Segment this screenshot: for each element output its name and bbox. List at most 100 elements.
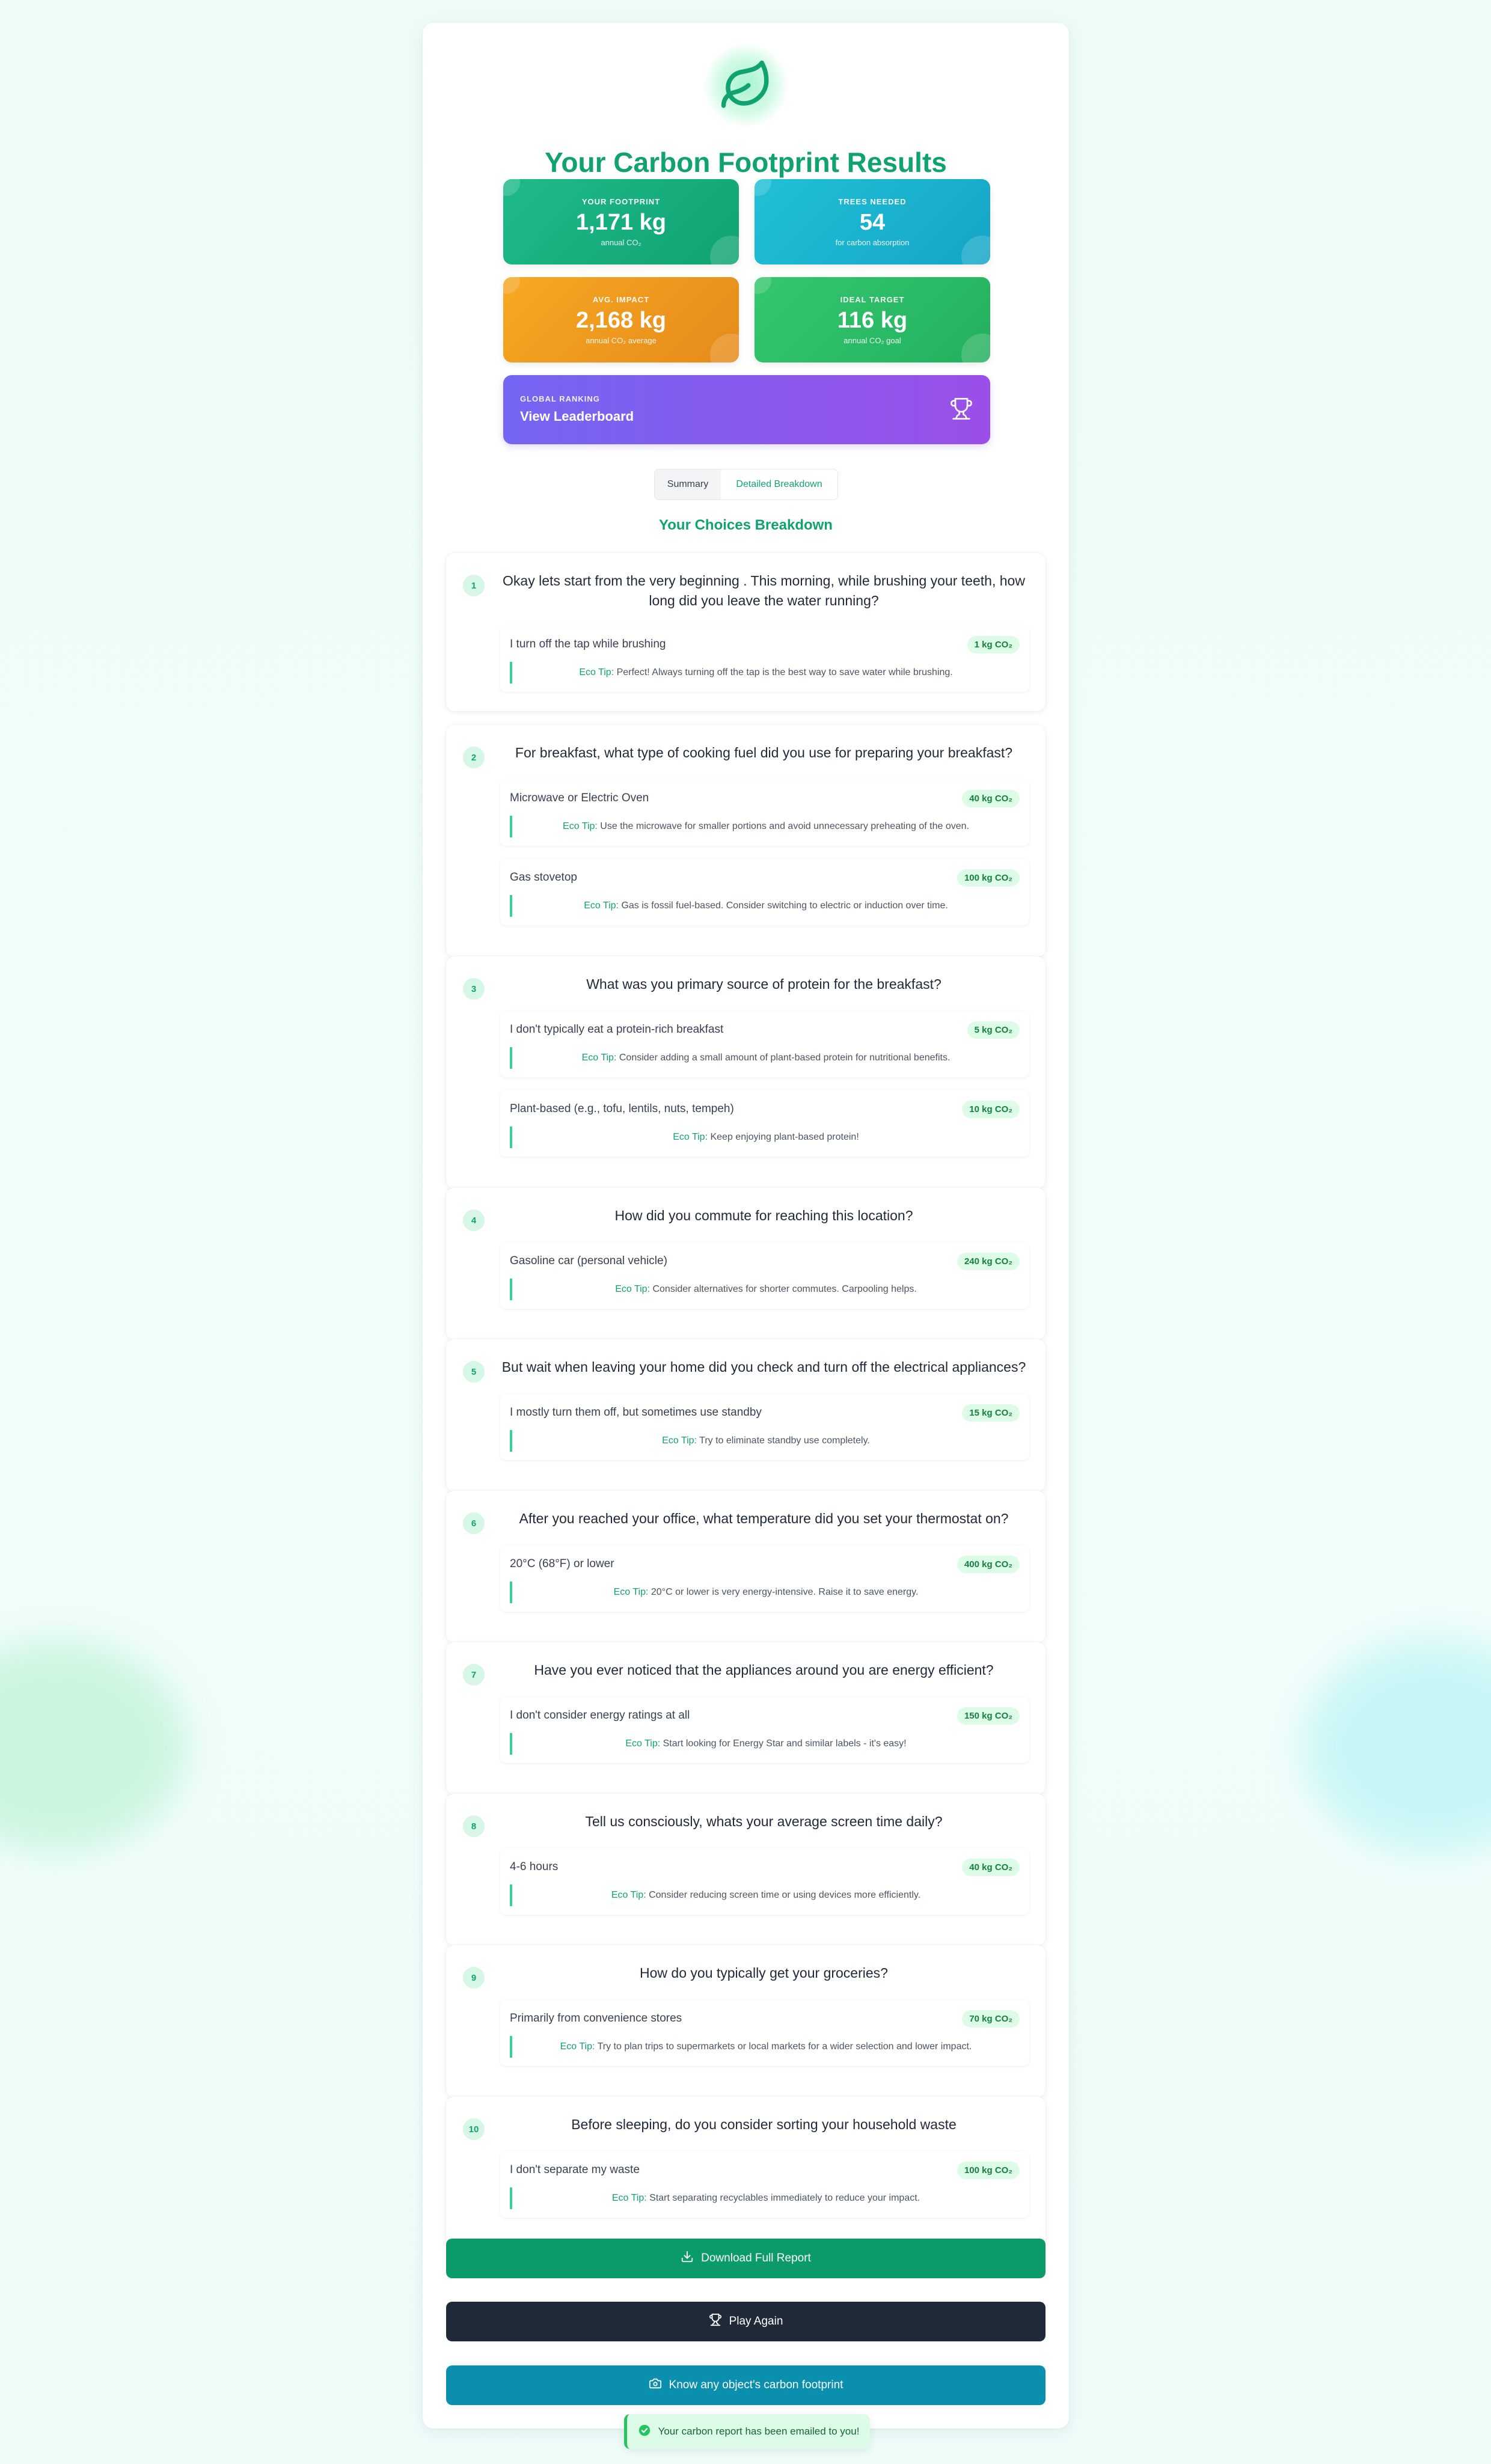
eco-tip-label: Eco Tip: (615, 1284, 651, 1294)
question-text: How did you commute for reaching this lo… (614, 1208, 913, 1223)
leaderboard-label: GLOBAL RANKING (520, 394, 600, 403)
answer-text: 4-6 hours (510, 1860, 559, 1873)
question-card: 1 Okay lets start from the very beginnin… (446, 553, 1046, 711)
download-report-button[interactable]: Download Full Report (446, 2239, 1046, 2278)
stat-label: AVG. IMPACT (592, 295, 650, 304)
eco-tip: Eco Tip: Start looking for Energy Star a… (510, 1733, 1020, 1755)
co2-badge: 5 kg CO₂ (967, 1021, 1020, 1039)
eco-tip-text: Start separating recyclables immediately… (649, 2193, 920, 2203)
answer-item: 4-6 hours 40 kg CO₂ Eco Tip: Consider re… (500, 1848, 1029, 1915)
tab-summary[interactable]: Summary (655, 469, 721, 500)
answer-text: Microwave or Electric Oven (510, 792, 649, 804)
eco-tip-text: Consider adding a small amount of plant-… (619, 1053, 951, 1063)
answer-text: Primarily from convenience stores (510, 2012, 682, 2025)
stat-sub: annual CO₂ goal (843, 335, 901, 345)
results-card: Your Carbon Footprint Results YOUR FOOTP… (423, 23, 1069, 2429)
co2-badge: 40 kg CO₂ (962, 1859, 1020, 1876)
play-again-button[interactable]: Play Again (446, 2302, 1046, 2341)
question-card: 7 Have you ever noticed that the applian… (446, 1642, 1046, 1794)
eco-tip-text: Start looking for Energy Star and simila… (663, 1738, 907, 1749)
question-text: Tell us consciously, whats your average … (585, 1814, 943, 1829)
question-number: 9 (463, 1967, 485, 1989)
eco-tip: Eco Tip: Gas is fossil fuel-based. Consi… (510, 895, 1020, 917)
question-card: 9 How do you typically get your grocerie… (446, 1945, 1046, 2097)
question-card: 2 For breakfast, what type of cooking fu… (446, 725, 1046, 957)
eco-tip-label: Eco Tip: (611, 2193, 647, 2203)
toast-text: Your carbon report has been emailed to y… (658, 2426, 860, 2437)
answer-text: Gas stovetop (510, 871, 577, 884)
question-text: Okay lets start from the very beginning … (503, 573, 1025, 608)
know-object-label: Know any object's carbon footprint (669, 2379, 843, 2391)
stat-card-trees: TREES NEEDED 54 for carbon absorption (755, 179, 990, 264)
stat-sub: for carbon absorption (835, 237, 910, 247)
stat-label: YOUR FOOTPRINT (581, 197, 661, 206)
eco-tip: Eco Tip: Start separating recyclables im… (510, 2187, 1020, 2209)
tab-detailed-breakdown[interactable]: Detailed Breakdown (721, 469, 837, 500)
question-text: But wait when leaving your home did you … (501, 1359, 1026, 1375)
stat-value: 116 kg (837, 307, 908, 333)
eco-tip-label: Eco Tip: (611, 1890, 646, 1900)
eco-tip-text: Keep enjoying plant-based protein! (710, 1132, 859, 1142)
eco-tip-text: Use the microwave for smaller portions a… (600, 821, 969, 831)
co2-badge: 240 kg CO₂ (957, 1253, 1020, 1270)
eco-tip-label: Eco Tip: (673, 1132, 708, 1142)
view-tabs: Summary Detailed Breakdown (654, 469, 838, 500)
co2-badge: 400 kg CO₂ (957, 1556, 1020, 1573)
trophy-icon (949, 397, 973, 424)
question-card: 10 Before sleeping, do you consider sort… (446, 2097, 1046, 2249)
question-text: For breakfast, what type of cooking fuel… (515, 745, 1013, 760)
stat-value: 2,168 kg (576, 307, 666, 333)
co2-badge: 150 kg CO₂ (957, 1707, 1020, 1725)
section-title: Your Choices Breakdown (659, 517, 833, 533)
answer-item: 20°C (68°F) or lower 400 kg CO₂ Eco Tip:… (500, 1545, 1029, 1612)
stat-card-footprint: YOUR FOOTPRINT 1,171 kg annual CO₂ (503, 179, 739, 264)
stat-label: IDEAL TARGET (840, 295, 905, 304)
answer-item: I mostly turn them off, but sometimes us… (500, 1394, 1029, 1460)
answer-item: I don't separate my waste 100 kg CO₂ Eco… (500, 2151, 1029, 2218)
leaderboard-button[interactable]: GLOBAL RANKING View Leaderboard (503, 375, 990, 444)
answer-text: Gasoline car (personal vehicle) (510, 1255, 667, 1267)
trophy-icon (709, 2313, 722, 2330)
know-object-footprint-button[interactable]: Know any object's carbon footprint (446, 2365, 1046, 2405)
eco-tip: Eco Tip: Consider reducing screen time o… (510, 1885, 1020, 1906)
stat-sub: annual CO₂ average (586, 335, 657, 345)
question-card: 6 After you reached your office, what te… (446, 1491, 1046, 1643)
answer-text: I don't typically eat a protein-rich bre… (510, 1023, 724, 1036)
question-number: 10 (463, 2118, 485, 2140)
leaf-icon (703, 43, 788, 127)
stat-value: 1,171 kg (576, 209, 666, 235)
question-number: 8 (463, 1815, 485, 1837)
eco-tip-label: Eco Tip: (581, 1053, 617, 1063)
answer-item: Microwave or Electric Oven 40 kg CO₂ Eco… (500, 780, 1029, 846)
eco-tip-label: Eco Tip: (579, 667, 614, 677)
co2-badge: 100 kg CO₂ (957, 2162, 1020, 2179)
question-number: 1 (463, 575, 485, 596)
co2-badge: 15 kg CO₂ (962, 1404, 1020, 1422)
answer-item: Gas stovetop 100 kg CO₂ Eco Tip: Gas is … (500, 859, 1029, 925)
answer-text: I mostly turn them off, but sometimes us… (510, 1406, 762, 1419)
eco-tip: Eco Tip: 20°C or lower is very energy-in… (510, 1582, 1020, 1603)
question-number: 2 (463, 747, 485, 768)
stat-sub: annual CO₂ (601, 237, 641, 247)
answer-item: I don't consider energy ratings at all 1… (500, 1697, 1029, 1763)
eco-tip-label: Eco Tip: (625, 1738, 661, 1749)
eco-tip-text: Consider alternatives for shorter commut… (652, 1284, 917, 1294)
camera-icon (649, 2377, 662, 2394)
play-again-label: Play Again (729, 2315, 783, 2328)
answer-text: I don't separate my waste (510, 2163, 640, 2176)
page-title: Your Carbon Footprint Results (545, 147, 947, 178)
question-number: 6 (463, 1512, 485, 1534)
co2-badge: 10 kg CO₂ (962, 1101, 1020, 1118)
answer-item: Plant-based (e.g., tofu, lentils, nuts, … (500, 1090, 1029, 1157)
eco-tip-text: Try to eliminate standby use completely. (699, 1435, 870, 1446)
download-icon (681, 2250, 694, 2267)
eco-tip: Eco Tip: Perfect! Always turning off the… (510, 662, 1020, 683)
co2-badge: 70 kg CO₂ (962, 2010, 1020, 2028)
question-text: What was you primary source of protein f… (586, 976, 941, 992)
answer-item: Gasoline car (personal vehicle) 240 kg C… (500, 1243, 1029, 1309)
question-card: 3 What was you primary source of protein… (446, 956, 1046, 1188)
eco-tip-label: Eco Tip: (613, 1587, 649, 1597)
eco-tip: Eco Tip: Consider alternatives for short… (510, 1279, 1020, 1300)
answer-item: Primarily from convenience stores 70 kg … (500, 2000, 1029, 2066)
eco-tip-text: Consider reducing screen time or using d… (649, 1890, 921, 1900)
